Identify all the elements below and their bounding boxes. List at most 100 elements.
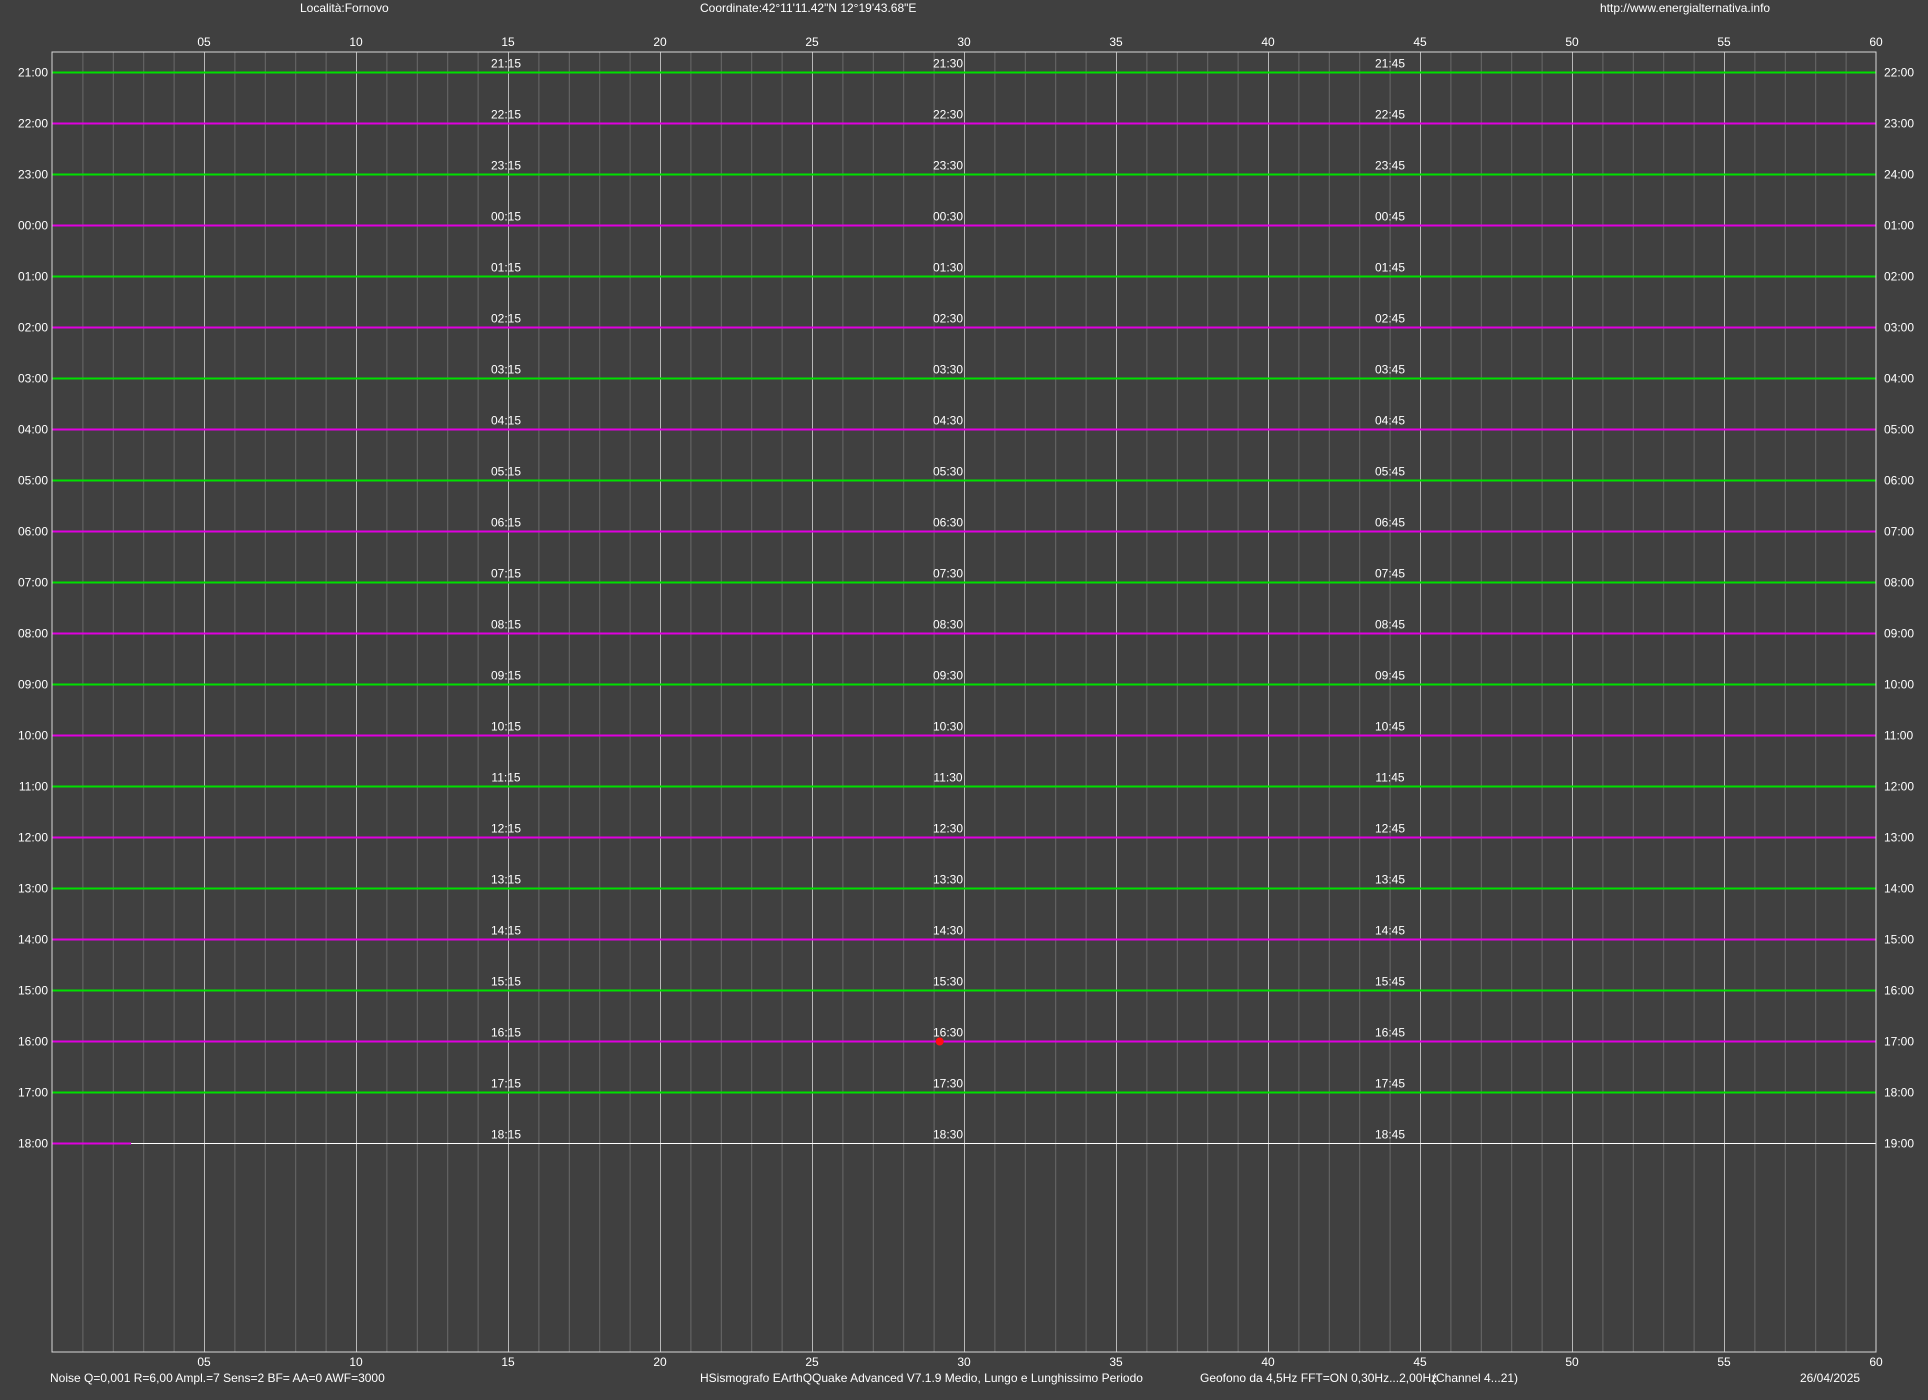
quarter-time-label: 18:45: [1375, 1128, 1405, 1142]
quarter-time-label: 04:15: [491, 414, 521, 428]
row-start-time-label: 08:00: [18, 627, 48, 641]
quarter-time-label: 02:15: [491, 312, 521, 326]
quarter-time-label: 07:45: [1375, 567, 1405, 581]
quarter-time-label: 01:15: [491, 261, 521, 275]
quarter-time-label: 12:15: [491, 822, 521, 836]
quarter-time-label: 16:30: [933, 1026, 963, 1040]
row-end-time-label: 17:00: [1884, 1035, 1914, 1049]
row-end-time-label: 14:00: [1884, 882, 1914, 896]
quarter-time-label: 09:45: [1375, 669, 1405, 683]
bottom-tick-label: 05: [197, 1355, 211, 1369]
quarter-time-label: 05:15: [491, 465, 521, 479]
quarter-time-label: 23:15: [491, 159, 521, 173]
row-start-time-label: 10:00: [18, 729, 48, 743]
row-start-time-label: 15:00: [18, 984, 48, 998]
major-grid: [204, 52, 1725, 1352]
quarter-time-label: 11:15: [491, 771, 520, 785]
row-end-time-label: 11:00: [1884, 729, 1913, 743]
quarter-time-label: 17:15: [491, 1077, 521, 1091]
bottom-tick-label: 25: [805, 1355, 819, 1369]
row-start-time-label: 21:00: [18, 66, 48, 80]
top-tick-label: 55: [1717, 35, 1731, 49]
row-end-time-label: 06:00: [1884, 474, 1914, 488]
quarter-time-label: 13:15: [491, 873, 521, 887]
seismogram-chart: 05 05 10 10 15 15 20 20 25 25 30 30 35 35 40 40 45 45 50 50…: [18, 35, 1914, 1369]
quarter-time-label: 07:30: [933, 567, 963, 581]
quarter-time-label: 04:45: [1375, 414, 1405, 428]
bottom-tick-label: 10: [349, 1355, 363, 1369]
row-start-time-label: 22:00: [18, 117, 48, 131]
quarter-time-label: 13:30: [933, 873, 963, 887]
quarter-time-label: 15:15: [491, 975, 521, 989]
bottom-tick-label: 30: [957, 1355, 971, 1369]
quarter-time-label: 07:15: [491, 567, 521, 581]
quarter-time-label: 08:45: [1375, 618, 1405, 632]
quarter-time-label: 11:45: [1375, 771, 1404, 785]
software-version-label: HSismografo EArthQQuake Advanced V7.1.9 …: [700, 1371, 1143, 1385]
quarter-time-label: 12:30: [933, 822, 963, 836]
row-end-time-label: 08:00: [1884, 576, 1914, 590]
row-start-time-label: 23:00: [18, 168, 48, 182]
quarter-time-label: 13:45: [1375, 873, 1405, 887]
quarter-time-label: 08:30: [933, 618, 963, 632]
row-start-time-label: 01:00: [18, 270, 48, 284]
top-tick-label: 45: [1413, 35, 1427, 49]
quarter-time-label: 09:15: [491, 669, 521, 683]
row-start-time-label: 02:00: [18, 321, 48, 335]
row-start-time-label: 03:00: [18, 372, 48, 386]
row-end-time-label: 24:00: [1884, 168, 1914, 182]
row-start-time-label: 18:00: [18, 1137, 48, 1151]
quarter-time-label: 06:15: [491, 516, 521, 530]
quarter-time-label: 18:15: [491, 1128, 521, 1142]
quarter-time-label: 18:30: [933, 1128, 963, 1142]
row-end-time-label: 19:00: [1884, 1137, 1914, 1151]
top-tick-label: 60: [1869, 35, 1883, 49]
bottom-tick-label: 35: [1109, 1355, 1123, 1369]
top-tick-label: 35: [1109, 35, 1123, 49]
quarter-time-label: 23:45: [1375, 159, 1405, 173]
top-tick-label: 10: [349, 35, 363, 49]
top-tick-label: 25: [805, 35, 819, 49]
quarter-time-label: 12:45: [1375, 822, 1405, 836]
top-tick-label: 05: [197, 35, 211, 49]
top-tick-label: 30: [957, 35, 971, 49]
quarter-time-label: 14:15: [491, 924, 521, 938]
quarter-time-label: 23:30: [933, 159, 963, 173]
quarter-time-label: 05:30: [933, 465, 963, 479]
row-start-time-label: 07:00: [18, 576, 48, 590]
bottom-tick-label: 20: [653, 1355, 667, 1369]
quarter-time-label: 21:45: [1375, 57, 1405, 71]
quarter-time-label: 01:30: [933, 261, 963, 275]
row-start-time-label: 11:00: [19, 780, 48, 794]
quarter-time-label: 10:45: [1375, 720, 1405, 734]
quarter-time-label: 10:30: [933, 720, 963, 734]
quarter-time-label: 02:45: [1375, 312, 1405, 326]
quarter-time-label: 06:30: [933, 516, 963, 530]
sensor-settings-label: Geofono da 4,5Hz FFT=ON 0,30Hz...2,00Hz: [1200, 1371, 1438, 1385]
quarter-time-label: 15:30: [933, 975, 963, 989]
quarter-time-label: 16:15: [491, 1026, 521, 1040]
top-tick-label: 50: [1565, 35, 1579, 49]
row-end-time-label: 05:00: [1884, 423, 1914, 437]
quarter-time-label: 01:45: [1375, 261, 1405, 275]
quarter-time-label: 22:30: [933, 108, 963, 122]
date-label: 26/04/2025: [1800, 1371, 1861, 1385]
quarter-time-label: 03:30: [933, 363, 963, 377]
quarter-time-label: 11:30: [933, 771, 962, 785]
top-tick-label: 15: [501, 35, 515, 49]
top-tick-label: 20: [653, 35, 667, 49]
channel-label: (Channel 4...21): [1432, 1371, 1519, 1385]
bottom-tick-label: 60: [1869, 1355, 1883, 1369]
bottom-tick-label: 15: [501, 1355, 515, 1369]
quarter-time-label: 06:45: [1375, 516, 1405, 530]
quarter-time-label: 03:15: [491, 363, 521, 377]
quarter-time-label: 21:30: [933, 57, 963, 71]
quarter-time-label: 00:30: [933, 210, 963, 224]
row-start-time-label: 12:00: [18, 831, 48, 845]
quarter-time-label: 09:30: [933, 669, 963, 683]
row-end-time-label: 01:00: [1884, 219, 1914, 233]
row-end-time-label: 12:00: [1884, 780, 1914, 794]
row-start-time-label: 04:00: [18, 423, 48, 437]
row-end-time-label: 10:00: [1884, 678, 1914, 692]
row-start-time-label: 16:00: [18, 1035, 48, 1049]
